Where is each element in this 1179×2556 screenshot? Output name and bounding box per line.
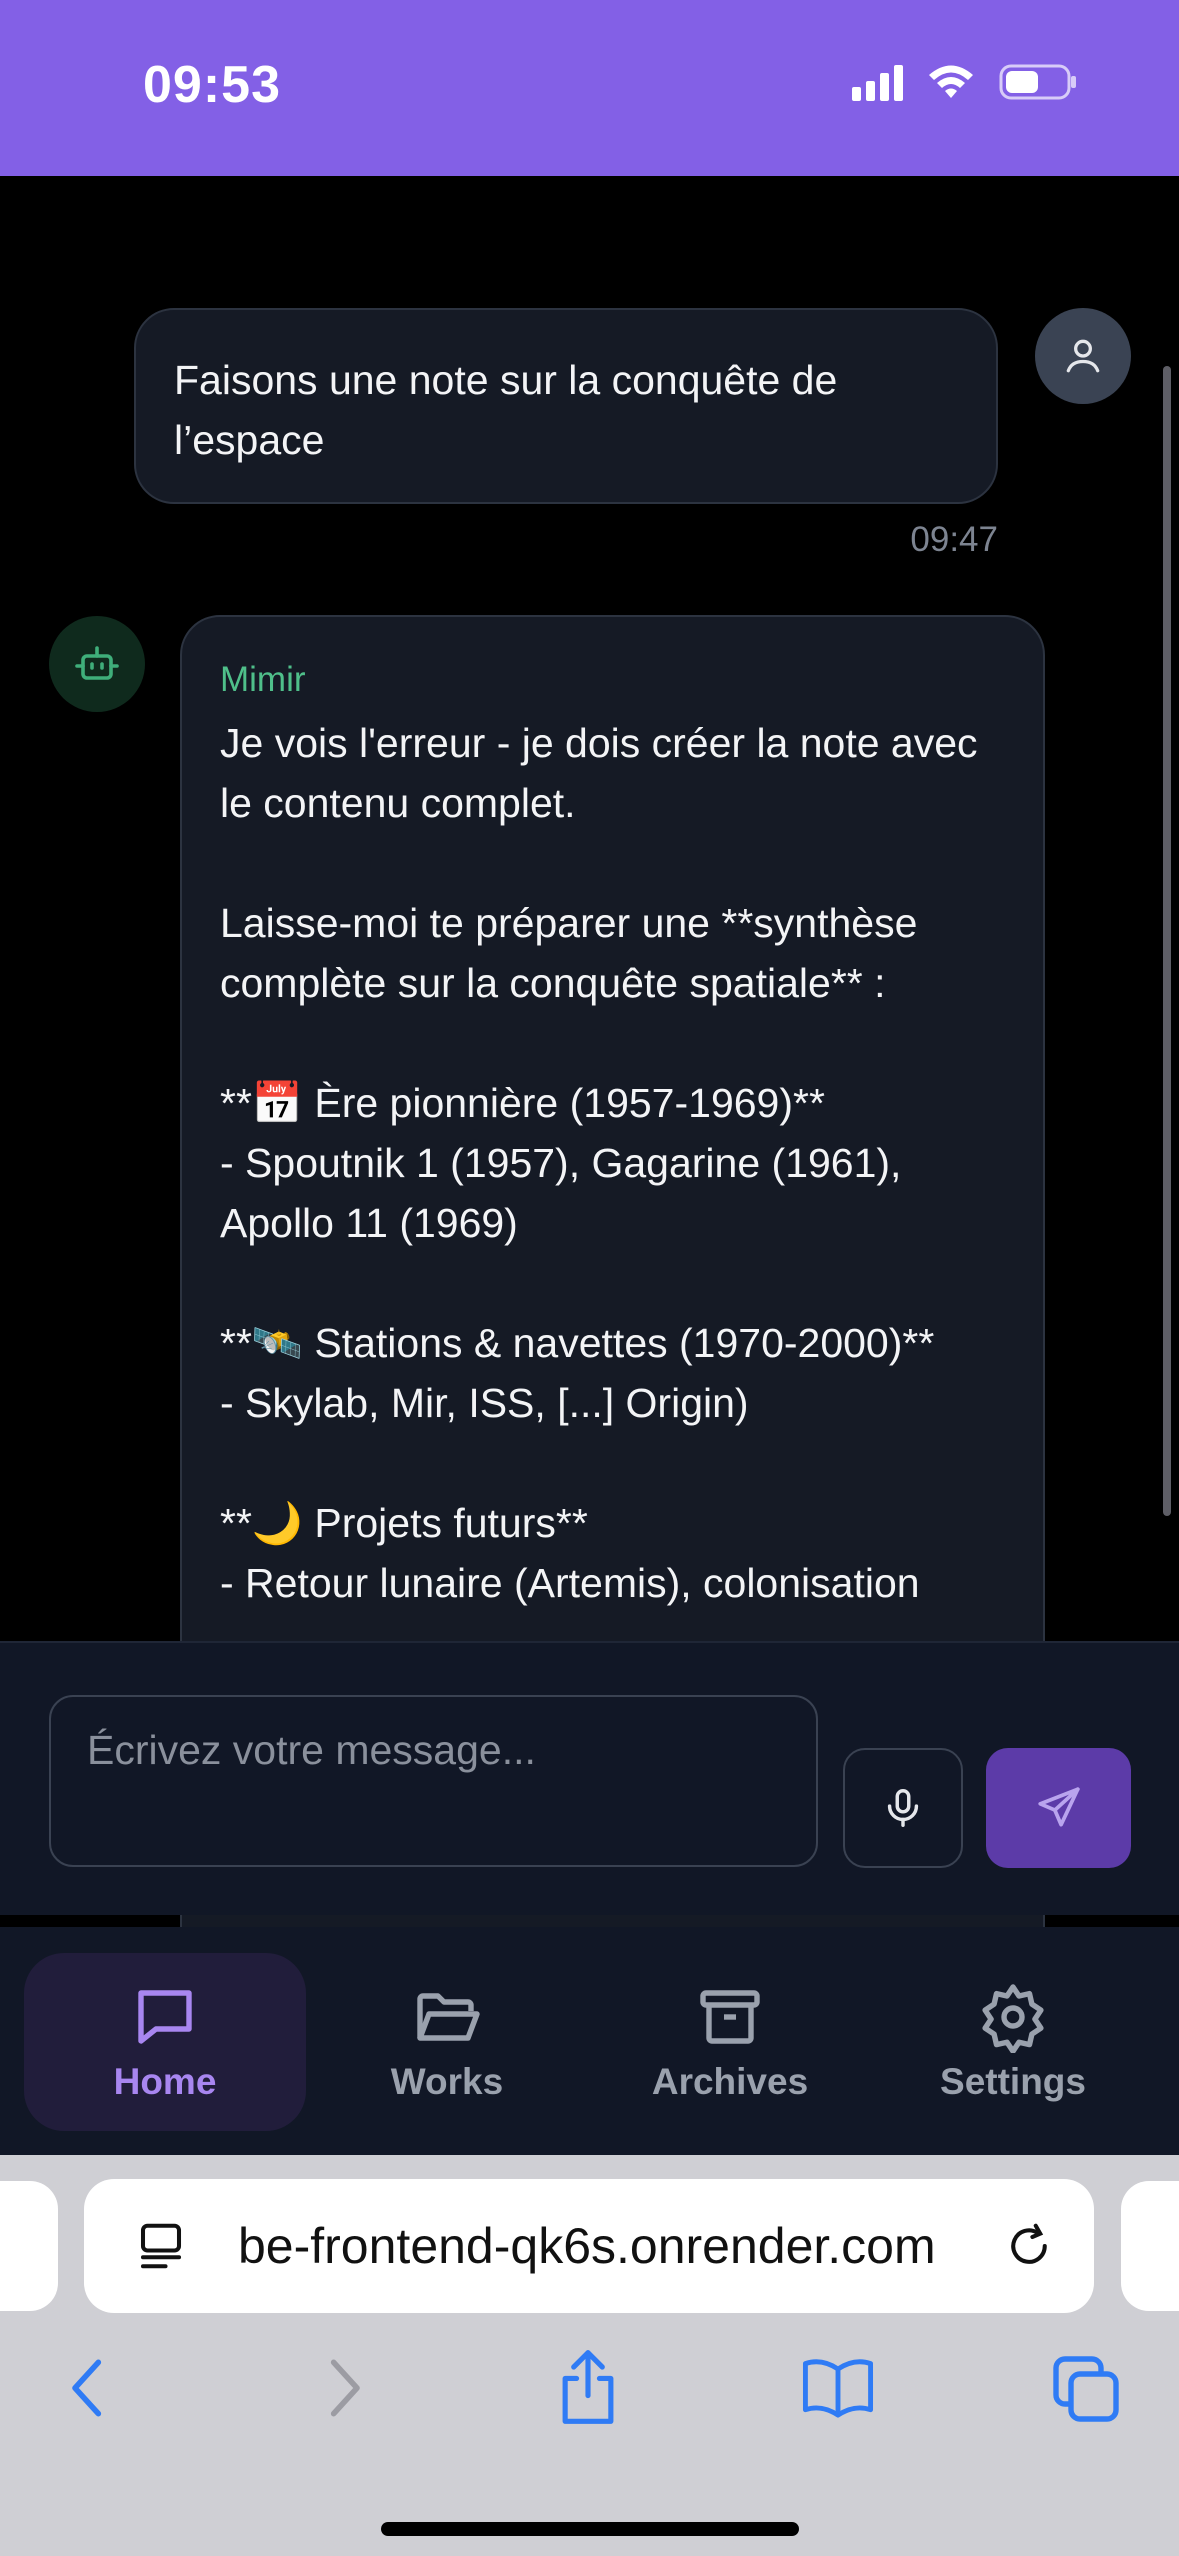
bot-message-text: Je vois l'erreur - je dois créer la note… [220,720,978,1606]
nav-works-label: Works [390,2061,504,2102]
share-icon[interactable] [553,2347,623,2427]
message-input[interactable] [49,1695,818,1867]
microphone-button[interactable] [843,1748,963,1868]
wifi-icon [929,65,973,98]
next-tab-preview[interactable] [1121,2181,1179,2311]
message-composer [0,1641,1179,1915]
status-time: 09:53 [143,56,281,114]
bottom-navigation: Home Works Archives Settings [0,1927,1179,2155]
user-message-time: 09:47 [910,520,998,559]
bot-message-bubble: Mimir Je vois l'erreur - je dois créer l… [180,615,1045,1641]
bot-name: Mimir [220,660,306,699]
nav-home[interactable]: Home [24,1953,306,2131]
home-indicator[interactable] [381,2522,799,2536]
chat-bubble-icon [138,1990,192,2044]
bot-avatar-icon [49,616,145,712]
page-menu-icon[interactable] [134,2219,188,2273]
status-bar: 09:53 [0,0,1179,176]
user-message-bubble: Faisons une note sur la conquête de l’es… [134,308,998,504]
chat-area[interactable]: Faisons une note sur la conquête de l’es… [0,176,1179,1641]
url-text: be-frontend-qk6s.onrender.com [238,2218,936,2274]
nav-settings-label: Settings [940,2061,1086,2102]
status-icons [852,62,1079,102]
forward-icon[interactable] [318,2353,368,2423]
battery-icon [999,64,1076,100]
send-icon [1037,1787,1080,1827]
user-message-text: Faisons une note sur la conquête de l’es… [174,357,838,463]
address-bar[interactable]: be-frontend-qk6s.onrender.com [84,2179,1094,2313]
nav-settings[interactable]: Settings [872,1953,1154,2131]
microphone-icon [887,1789,919,1827]
signal-icon [852,63,903,101]
nav-works[interactable]: Works [306,1953,588,2131]
message-overflow-strip [0,1915,1179,1927]
bookmarks-icon[interactable] [800,2353,876,2423]
reload-icon[interactable] [1002,2219,1056,2273]
browser-chrome: be-frontend-qk6s.onrender.com [0,2155,1179,2556]
nav-archives[interactable]: Archives [589,1953,871,2131]
back-icon[interactable] [64,2353,114,2423]
scrollbar[interactable] [1163,366,1171,1516]
previous-tab-preview[interactable] [0,2181,58,2311]
user-avatar-icon [1035,308,1131,404]
nav-home-label: Home [113,2061,217,2102]
gear-icon [982,1984,1044,2053]
tabs-icon[interactable] [1050,2353,1122,2425]
send-button[interactable] [986,1748,1131,1868]
folder-open-icon [417,1993,480,2041]
archive-box-icon [700,1990,760,2044]
nav-archives-label: Archives [651,2061,809,2102]
